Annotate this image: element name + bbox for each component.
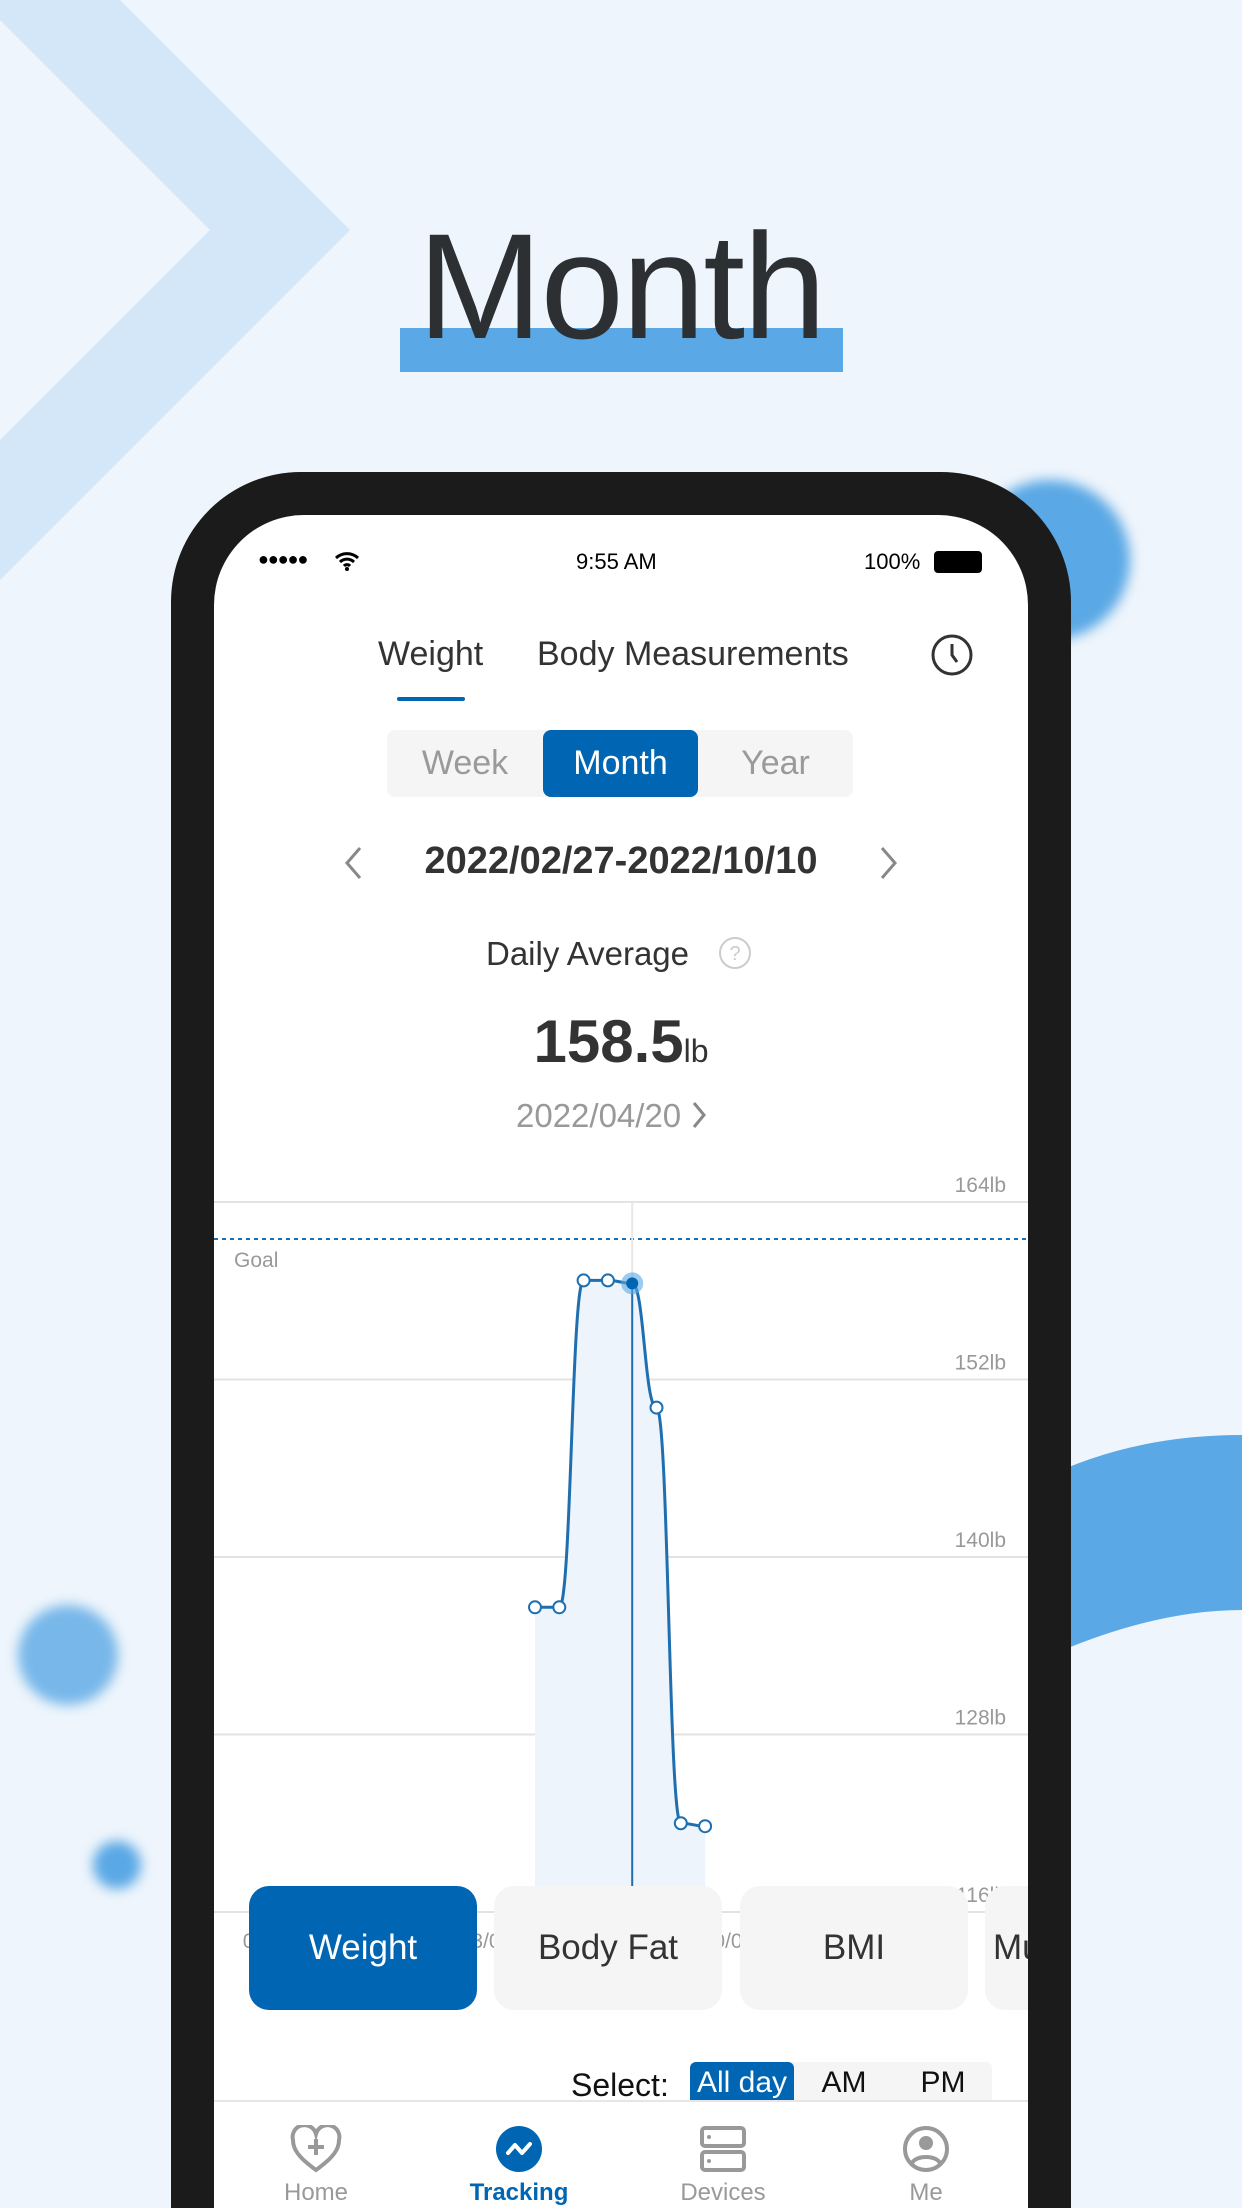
y-tick-label: 140lb <box>955 1529 1006 1552</box>
select-all-day[interactable]: All day <box>690 2062 794 2102</box>
data-point[interactable] <box>552 1600 567 1615</box>
y-tick-label: 164lb <box>955 1174 1006 1197</box>
tab-weight[interactable]: Weight <box>378 635 483 674</box>
heart-plus-icon <box>290 2125 342 2173</box>
nav-label: Me <box>909 2179 943 2206</box>
segment-year[interactable]: Year <box>698 730 853 797</box>
battery-percent: 100% <box>864 549 921 574</box>
nav-label: Home <box>283 2179 349 2206</box>
segment-month[interactable]: Month <box>543 730 698 797</box>
wifi-icon <box>334 552 360 571</box>
metric-bmi-button[interactable]: BMI <box>740 1886 968 2010</box>
daily-average-label: Daily Average <box>486 935 690 972</box>
nav-me[interactable]: Me <box>846 2125 1006 2207</box>
history-clock-icon[interactable] <box>930 633 974 677</box>
data-point[interactable] <box>673 1816 688 1831</box>
y-tick-label: 128lb <box>955 1707 1006 1730</box>
average-value: 158.5lb <box>214 1007 1028 1076</box>
select-am[interactable]: AM <box>794 2066 894 2100</box>
metric-muscle-button[interactable]: Mu <box>985 1886 1028 2010</box>
decor-blob <box>93 1841 141 1889</box>
selected-data-point[interactable] <box>626 1277 639 1290</box>
select-pm[interactable]: PM <box>894 2066 992 2100</box>
select-label: Select: <box>571 2067 669 2103</box>
hero-title: Month <box>417 202 827 370</box>
chevron-right-icon <box>693 1102 707 1128</box>
segment-week[interactable]: Week <box>387 730 543 797</box>
tab-body-measurements[interactable]: Body Measurements <box>537 635 849 674</box>
tracking-icon <box>496 2126 542 2172</box>
help-icon[interactable]: ? <box>718 936 752 970</box>
tab-active-indicator <box>397 697 465 701</box>
date-range: 2022/02/27-2022/10/10 <box>424 840 818 882</box>
nav-tracking[interactable]: Tracking <box>439 2125 599 2207</box>
user-icon <box>903 2126 949 2172</box>
nav-devices[interactable]: Devices <box>643 2125 803 2207</box>
data-point[interactable] <box>576 1273 591 1288</box>
status-time: 9:55 AM <box>576 549 657 574</box>
y-tick-label: 152lb <box>955 1352 1006 1375</box>
nav-label: Tracking <box>469 2179 569 2206</box>
average-number: 158.5 <box>533 1008 684 1075</box>
goal-label: Goal <box>234 1249 278 1272</box>
selected-date-link[interactable]: 2022/04/20 <box>516 1097 708 1135</box>
battery-icon <box>934 551 982 573</box>
metric-body-fat-button[interactable]: Body Fat <box>494 1886 722 2010</box>
nav-home[interactable]: Home <box>236 2125 396 2207</box>
metric-label: Mu <box>993 1928 1028 1967</box>
data-point[interactable] <box>528 1600 542 1615</box>
signal-icon: ●●●●● <box>258 549 308 569</box>
selected-date: 2022/04/20 <box>516 1097 682 1134</box>
weight-chart[interactable]: 164lb152lb140lb128lb116lbGoal02/2803/091… <box>214 1155 1028 1995</box>
metric-weight-button[interactable]: Weight <box>249 1886 477 2010</box>
data-point[interactable] <box>600 1273 615 1288</box>
nav-label: Devices <box>680 2179 766 2206</box>
svg-text:?: ? <box>729 943 740 965</box>
data-point[interactable] <box>649 1400 664 1415</box>
average-unit: lb <box>683 1033 709 1069</box>
decor-blob <box>18 1605 118 1705</box>
data-point[interactable] <box>698 1819 713 1834</box>
chevron-right-icon[interactable] <box>876 845 900 881</box>
phone-screen: ●●●●● 9:55 AM 100% Weight Body Measureme… <box>214 515 1028 2208</box>
devices-icon <box>700 2126 746 2172</box>
